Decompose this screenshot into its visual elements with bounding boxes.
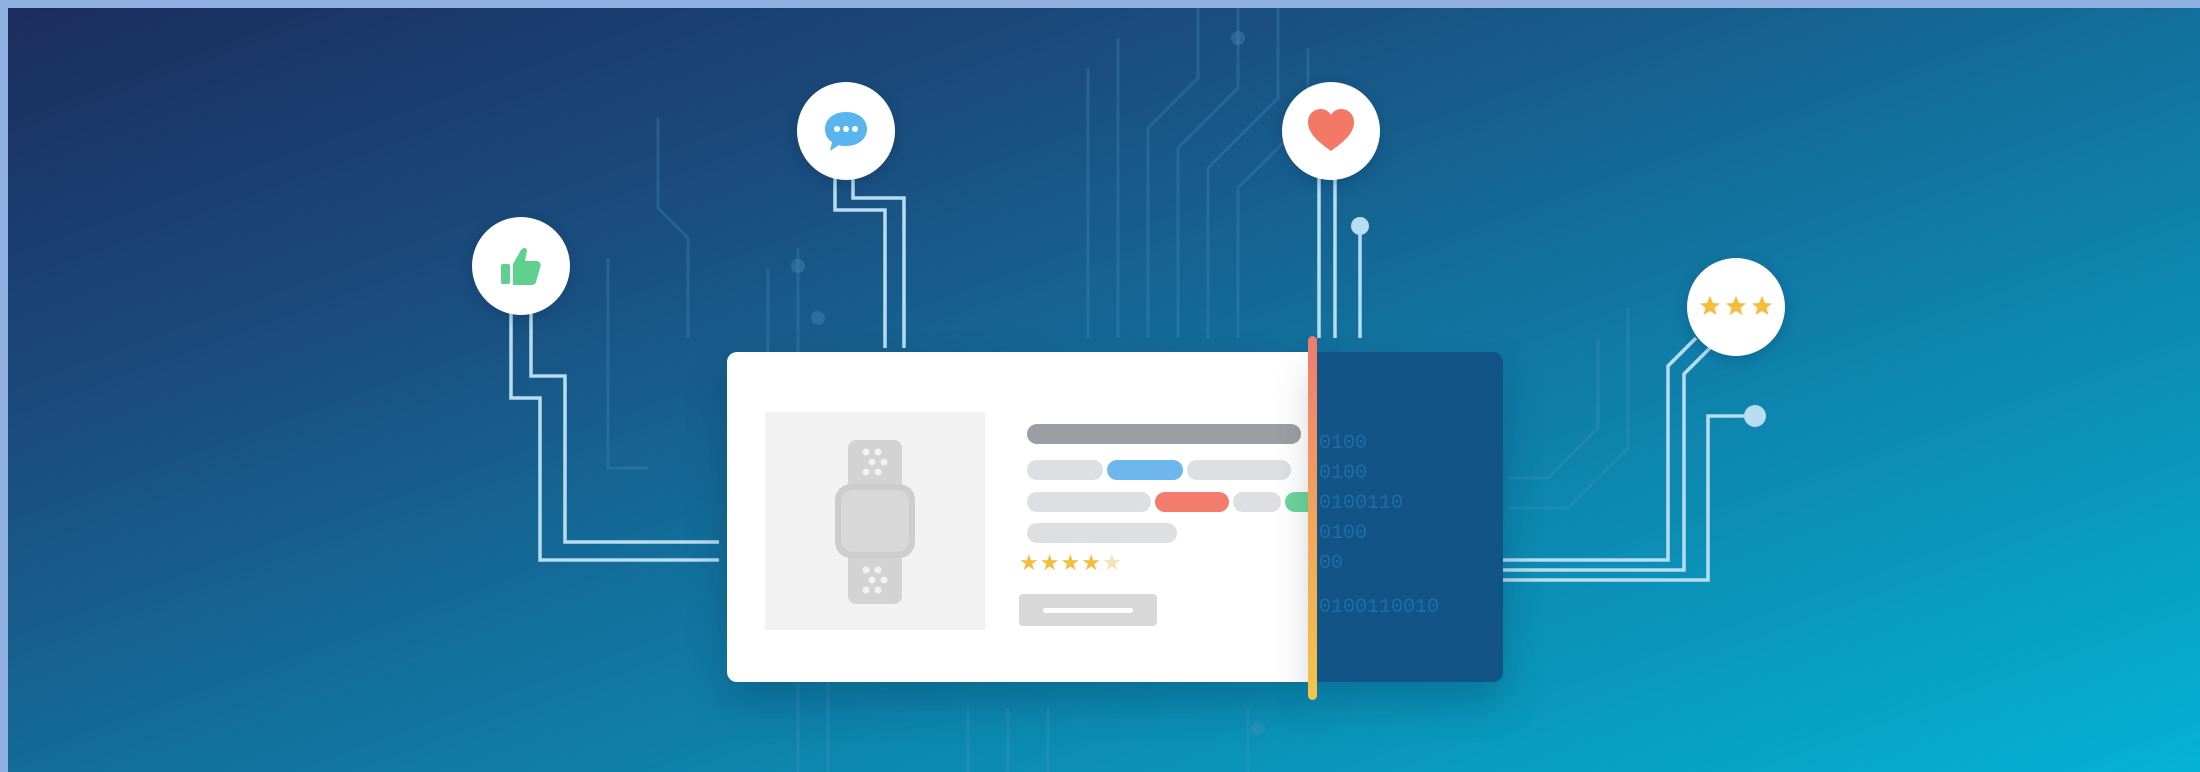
heart-bubble — [1282, 82, 1380, 180]
text-placeholder — [1027, 460, 1103, 480]
product-title-placeholder — [1027, 424, 1301, 444]
heart-icon — [1308, 109, 1354, 151]
text-placeholder — [1027, 492, 1151, 512]
hero-illustration: ★★★★★ 0100 0100 0100110 0100 00 01001100… — [8, 8, 2200, 772]
product-image — [765, 412, 985, 630]
star-icon: ★ — [1081, 550, 1102, 575]
text-placeholder — [1187, 460, 1291, 480]
text-placeholder — [1027, 523, 1177, 543]
tag-chip-red — [1155, 492, 1229, 512]
star-icon: ★ — [1060, 550, 1082, 575]
binary-text: 00 — [1319, 552, 1344, 575]
binary-text: 0100 — [1319, 432, 1368, 455]
product-card: ★★★★★ — [727, 352, 1325, 682]
rating-bubble — [1687, 258, 1785, 356]
text-placeholder — [1233, 492, 1281, 512]
thumbs-up-icon — [501, 248, 541, 285]
binary-text: 0100 — [1319, 522, 1368, 545]
thumbs-up-bubble — [472, 217, 570, 315]
smartwatch-icon — [835, 440, 915, 604]
binary-text: 0100110 — [1319, 492, 1404, 515]
add-button-placeholder — [1019, 594, 1157, 626]
button-label-placeholder — [1043, 608, 1133, 613]
star-icon: ★ — [1039, 550, 1061, 575]
rating-stars: ★★★★★ — [1019, 552, 1123, 574]
binary-text: 0100 — [1319, 462, 1368, 485]
star-empty-icon: ★ — [1101, 550, 1123, 575]
binary-text: 0100110010 — [1319, 596, 1440, 619]
three-stars-icon — [1700, 296, 1772, 315]
star-icon: ★ — [1019, 550, 1040, 575]
chat-bubble — [797, 82, 895, 180]
chat-bubble-icon — [825, 112, 867, 151]
scan-line — [1308, 336, 1317, 700]
tag-chip-blue — [1107, 460, 1183, 480]
scanned-panel: 0100 0100 0100110 0100 00 0100110010 — [1315, 352, 1503, 682]
